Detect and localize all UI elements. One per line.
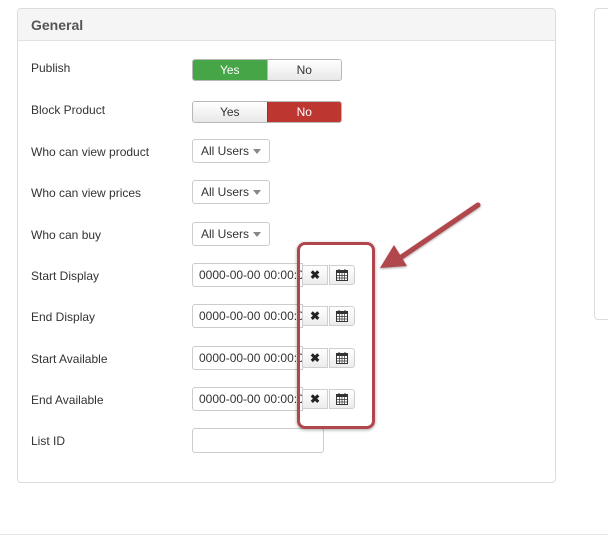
- annotation-arrow-icon: [380, 202, 481, 268]
